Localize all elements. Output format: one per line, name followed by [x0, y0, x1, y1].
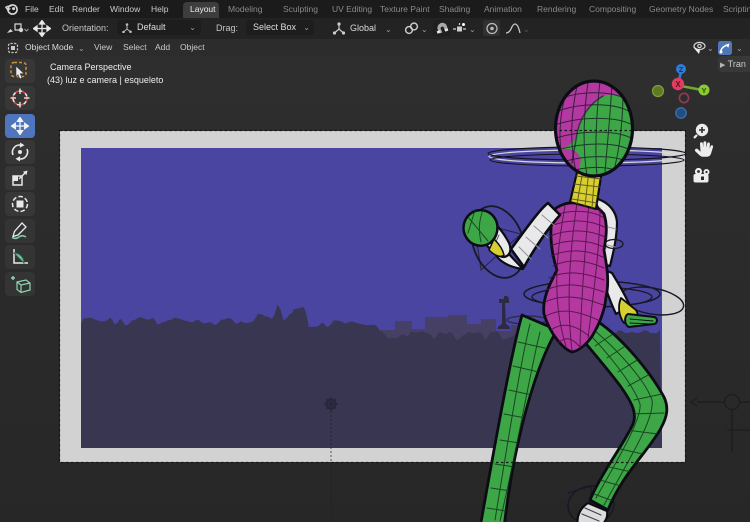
- svg-text:Y: Y: [701, 86, 706, 95]
- svg-text:X: X: [675, 80, 681, 89]
- svg-text:Z: Z: [679, 67, 684, 74]
